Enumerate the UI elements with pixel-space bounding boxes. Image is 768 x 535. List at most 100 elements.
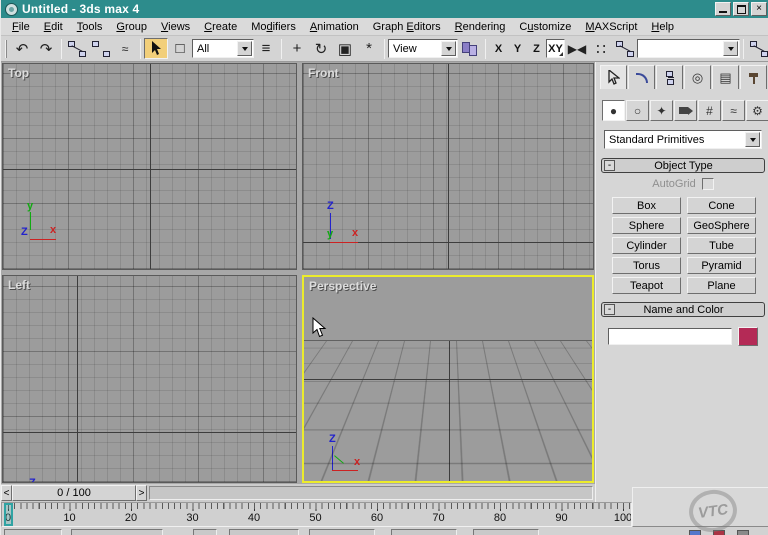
time-slider-track[interactable] xyxy=(149,486,593,500)
menu-animation[interactable]: Animation xyxy=(303,19,366,35)
rollout-name-and-color[interactable]: - Name and Color xyxy=(601,302,765,317)
collapse-icon[interactable]: - xyxy=(604,304,615,315)
create-cone-button[interactable]: Cone xyxy=(687,197,756,214)
select-by-name-button[interactable]: ≡ xyxy=(254,38,278,59)
unlink-selection-button[interactable] xyxy=(89,38,113,59)
select-and-move-button[interactable]: + xyxy=(285,38,309,59)
undo-button[interactable]: ↶ xyxy=(10,38,34,59)
restrict-y-button[interactable]: Y xyxy=(508,39,527,58)
hierarchy-icon xyxy=(663,70,677,85)
status-field xyxy=(193,529,217,535)
category-systems-button[interactable]: ⚙ xyxy=(746,100,768,121)
category-helpers-button[interactable]: # xyxy=(698,100,721,121)
restore-button[interactable] xyxy=(733,2,749,16)
menu-edit[interactable]: Edit xyxy=(37,19,70,35)
select-object-button[interactable] xyxy=(144,38,168,59)
create-box-button[interactable]: Box xyxy=(612,197,681,214)
category-spacewarps-button[interactable]: ≈ xyxy=(722,100,745,121)
tab-modify[interactable] xyxy=(628,65,655,89)
viewport-left[interactable]: Left Z x xyxy=(2,275,297,483)
menu-tools[interactable]: Tools xyxy=(70,19,110,35)
dropdown-arrow-icon[interactable] xyxy=(723,41,738,56)
tab-motion[interactable]: ◎ xyxy=(684,65,711,89)
minimize-button[interactable] xyxy=(715,2,731,16)
dropdown-arrow-icon[interactable] xyxy=(441,41,456,56)
minimize-icon xyxy=(719,11,727,13)
create-pyramid-button[interactable]: Pyramid xyxy=(687,257,756,274)
menu-bar: File Edit Tools Group Views Create Modifiers An… xyxy=(1,18,768,36)
menu-create[interactable]: Create xyxy=(197,19,244,35)
previous-frame-button[interactable]: < xyxy=(1,485,12,501)
category-shapes-button[interactable]: ○ xyxy=(626,100,649,121)
menu-customize[interactable]: Customize xyxy=(512,19,578,35)
dropdown-arrow-icon[interactable] xyxy=(745,132,760,147)
toolbar-separator xyxy=(140,38,141,59)
axis-line xyxy=(3,432,296,433)
menu-rendering[interactable]: Rendering xyxy=(448,19,513,35)
object-color-swatch[interactable] xyxy=(738,327,758,346)
axis-line xyxy=(304,379,592,380)
create-tube-button[interactable]: Tube xyxy=(687,237,756,254)
selection-filter-dropdown[interactable]: All xyxy=(192,39,254,58)
pivot-center-icon xyxy=(461,41,479,57)
restrict-z-button[interactable]: Z xyxy=(527,39,546,58)
grid xyxy=(3,276,296,482)
select-and-manipulate-button[interactable]: * xyxy=(357,38,381,59)
tab-create[interactable] xyxy=(600,65,627,89)
close-button[interactable]: × xyxy=(751,2,767,16)
reference-coordinate-system-dropdown[interactable]: View xyxy=(388,39,458,58)
create-torus-button[interactable]: Torus xyxy=(612,257,681,274)
menu-modifiers[interactable]: Modifiers xyxy=(244,19,303,35)
select-and-rotate-button[interactable]: ↻ xyxy=(309,38,333,59)
open-schematic-view-button[interactable] xyxy=(747,38,768,59)
menu-views[interactable]: Views xyxy=(154,19,197,35)
current-frame-marker[interactable] xyxy=(4,503,13,526)
collapse-icon[interactable]: - xyxy=(604,160,615,171)
axis-line xyxy=(3,169,296,170)
restrict-x-button[interactable]: X xyxy=(489,39,508,58)
redo-button[interactable]: ↷ xyxy=(34,38,58,59)
create-cylinder-button[interactable]: Cylinder xyxy=(612,237,681,254)
object-category-dropdown[interactable]: Standard Primitives xyxy=(604,130,762,149)
menu-help[interactable]: Help xyxy=(644,19,681,35)
main-toolbar: ↶ ↷ ≈ □ All ≡ + ↻ ▣ * View X Y Z XY ▶◀ ∷ xyxy=(1,36,768,62)
use-pivot-point-center-button[interactable] xyxy=(458,38,482,59)
create-teapot-button[interactable]: Teapot xyxy=(612,277,681,294)
category-cameras-button[interactable] xyxy=(674,100,697,121)
time-slider: < 0 / 100 > xyxy=(1,484,595,502)
menu-maxscript[interactable]: MAXScript xyxy=(578,19,644,35)
create-geosphere-button[interactable]: GeoSphere xyxy=(687,217,756,234)
create-sphere-button[interactable]: Sphere xyxy=(612,217,681,234)
menu-group[interactable]: Group xyxy=(109,19,154,35)
tab-display[interactable]: ▤ xyxy=(712,65,739,89)
viewport-top[interactable]: Top y Z x xyxy=(2,63,297,270)
category-geometry-button[interactable]: ● xyxy=(602,100,625,121)
mirror-button[interactable]: ▶◀ xyxy=(565,38,589,59)
rectangular-selection-region-button[interactable]: □ xyxy=(168,38,192,59)
tab-hierarchy[interactable] xyxy=(656,65,683,89)
axis-line xyxy=(449,341,450,481)
tick-label: 30 xyxy=(186,512,199,524)
time-slider-handle[interactable]: 0 / 100 xyxy=(12,485,136,501)
array-button[interactable]: ∷ xyxy=(589,38,613,59)
autogrid-checkbox[interactable] xyxy=(701,178,714,190)
menu-graph-editors[interactable]: Graph Editors xyxy=(366,19,448,35)
menu-file[interactable]: File xyxy=(5,19,37,35)
create-plane-button[interactable]: Plane xyxy=(687,277,756,294)
tab-utilities[interactable] xyxy=(740,65,767,89)
object-name-input[interactable] xyxy=(608,328,732,345)
select-and-link-button[interactable] xyxy=(65,38,89,59)
track-bar[interactable]: 0 10 20 30 40 50 60 70 80 90 100 xyxy=(1,502,632,527)
category-lights-button[interactable]: ✦ xyxy=(650,100,673,121)
tick-label: 50 xyxy=(309,512,322,524)
restrict-xy-plane-button[interactable]: XY xyxy=(546,39,565,58)
align-button[interactable] xyxy=(613,38,637,59)
viewport-perspective[interactable]: Perspective Z x xyxy=(302,275,594,483)
dropdown-arrow-icon[interactable] xyxy=(237,41,252,56)
rollout-object-type[interactable]: - Object Type xyxy=(601,158,765,173)
viewport-front[interactable]: Front Z y x xyxy=(302,63,594,270)
select-and-scale-button[interactable]: ▣ xyxy=(333,38,357,59)
next-frame-button[interactable]: > xyxy=(136,485,147,501)
bind-to-spacewarp-button[interactable]: ≈ xyxy=(113,38,137,59)
named-selection-sets-dropdown[interactable] xyxy=(637,39,740,58)
